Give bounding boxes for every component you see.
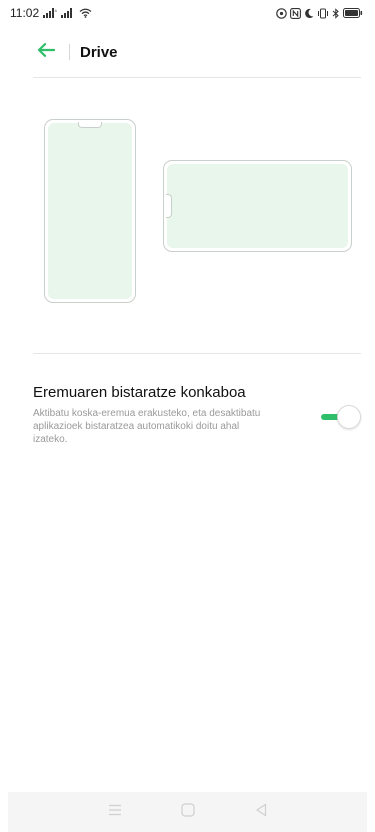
status-time: 11:02 [10,6,40,20]
svg-text:4G: 4G [55,8,58,13]
menu-icon [108,803,122,821]
signal-icon: 4G [43,8,57,18]
status-right [276,7,363,19]
toggle-knob [337,405,361,429]
setting-title: Eremuaren bistaratze konkaboa [33,384,246,401]
back-triangle-icon [255,803,267,822]
divider-top [33,77,361,78]
battery-icon [343,8,363,18]
back-nav-button[interactable] [247,798,275,826]
landscape-phone-preview [163,160,352,252]
signal-icon [61,8,75,18]
divider-middle [33,353,361,354]
back-button[interactable] [31,37,61,67]
menu-button[interactable] [101,798,129,826]
notch-cutout [78,122,102,128]
notch-display-toggle[interactable] [321,405,361,429]
setting-notch-display[interactable]: Eremuaren bistaratze konkaboa Aktibatu k… [33,383,363,463]
vibrate-icon [317,8,329,19]
landscape-screen [166,164,348,248]
header: Drive [0,34,375,70]
wifi-icon [79,8,92,18]
status-left: 11:02 4G [10,6,92,20]
setting-description: Aktibatu koska-eremua erakusteko, eta de… [33,408,261,445]
n-badge-icon [290,7,301,19]
portrait-phone-preview [44,119,136,303]
portrait-screen [48,122,132,299]
page-title: Drive [80,43,118,61]
status-bar: 11:02 4G [0,0,375,26]
header-divider [69,44,70,60]
notch-cutout [166,194,172,218]
nfc-icon [276,7,287,19]
arrow-left-icon [37,42,56,62]
bluetooth-icon [332,7,340,19]
moon-icon [304,8,314,19]
home-button[interactable] [174,798,202,826]
navigation-bar [8,792,367,832]
home-icon [180,802,195,822]
